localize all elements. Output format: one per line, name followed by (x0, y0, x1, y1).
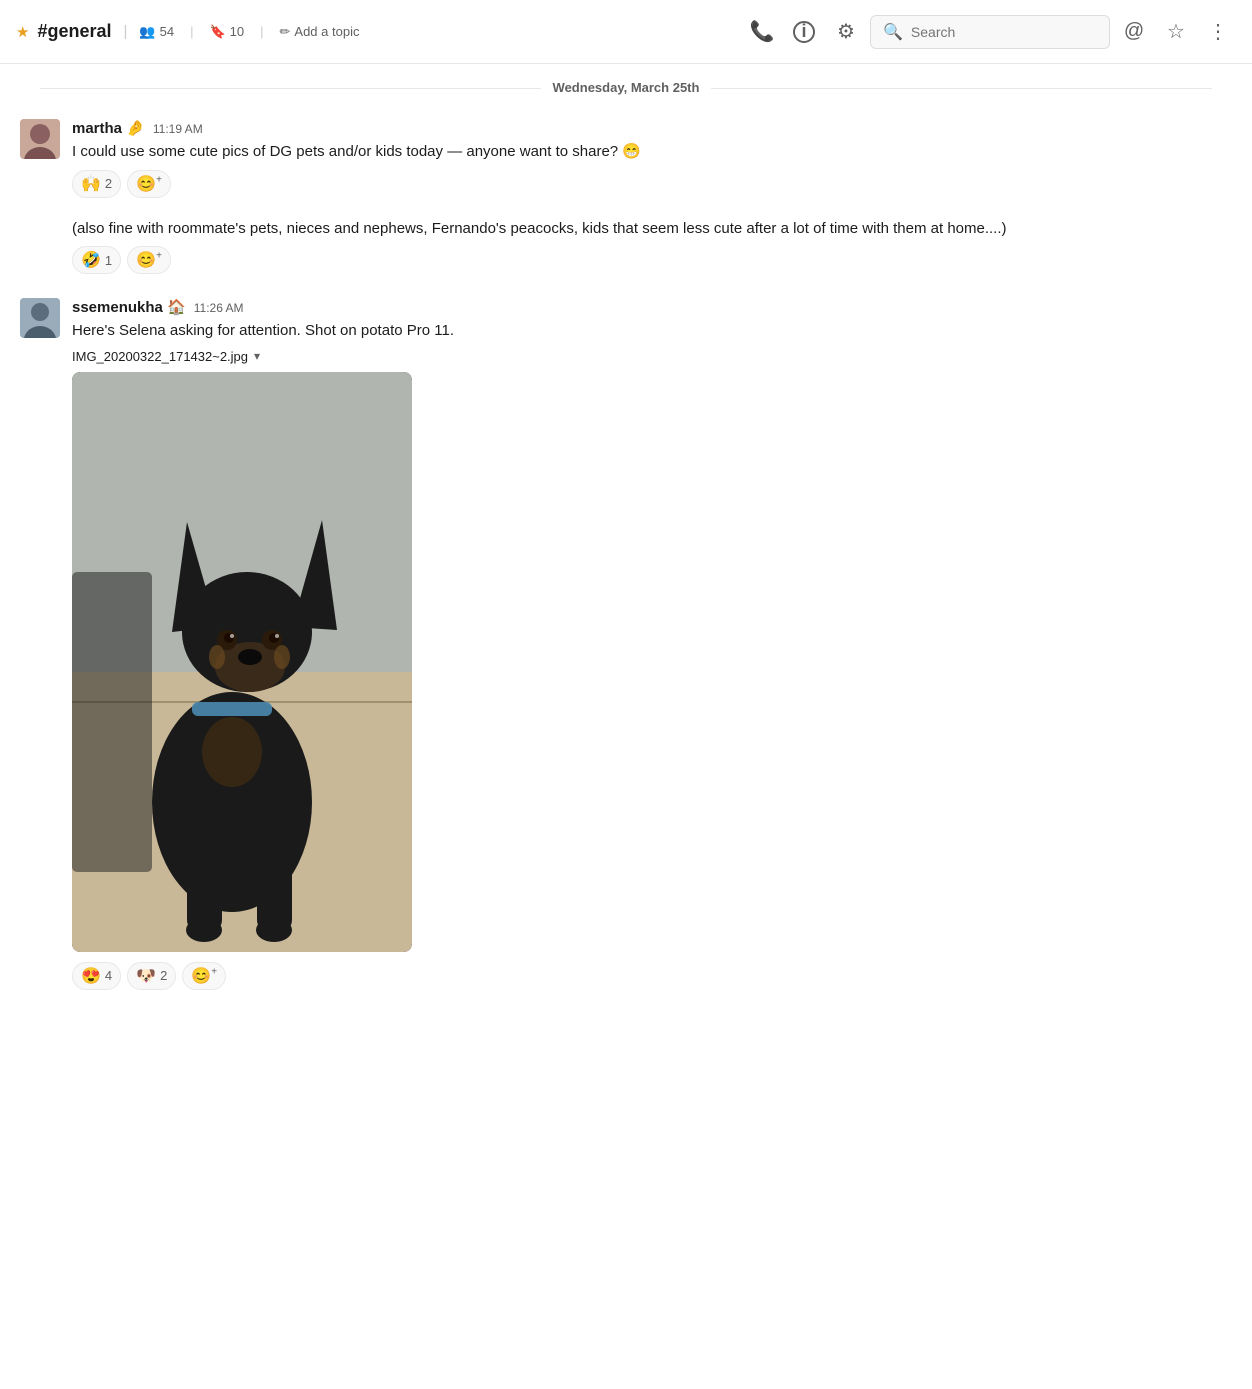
header-meta: 👥 54 | 🔖 10 | ✏ Add a topic (139, 24, 359, 40)
search-box[interactable]: 🔍 (870, 15, 1110, 49)
message-content: martha 🤌 11:19 AM I could use some cute … (72, 119, 1232, 198)
members-count: 54 (160, 24, 174, 39)
header-right: 📞 i ⚙ 🔍 @ ☆ ⋮ (744, 14, 1236, 50)
image-container[interactable] (72, 372, 412, 952)
search-icon: 🔍 (883, 22, 903, 42)
username: martha 🤌 (72, 119, 145, 137)
more-icon: ⋮ (1208, 19, 1228, 44)
reaction-item[interactable]: 🐶 2 (127, 962, 176, 990)
add-topic-button[interactable]: ✏ Add a topic (280, 24, 360, 40)
reactions: 🙌 2 😊+ (72, 170, 1232, 198)
reaction-count: 2 (160, 968, 167, 983)
divider2: | (190, 24, 193, 39)
add-reaction-button[interactable]: 😊+ (182, 962, 226, 990)
message-group: martha 🤌 11:19 AM I could use some cute … (20, 111, 1232, 198)
header-divider: | (124, 23, 128, 40)
reaction-emoji: 🐶 (136, 966, 156, 986)
info-button[interactable]: i (786, 14, 822, 50)
date-separator: Wednesday, March 25th (40, 80, 1212, 95)
star-icon[interactable]: ★ (16, 23, 29, 41)
message-continuation: (also fine with roommate's pets, nieces … (72, 218, 1232, 275)
dropdown-arrow[interactable]: ▾ (254, 349, 260, 363)
reaction-count: 2 (105, 176, 112, 191)
more-options-button[interactable]: ⋮ (1200, 14, 1236, 50)
reaction-count: 1 (105, 253, 112, 268)
attachment-filename: IMG_20200322_171432~2.jpg ▾ (72, 349, 1232, 364)
bookmark-icon: 🔖 (209, 24, 225, 40)
avatar (20, 298, 60, 338)
members-count-item: 👥 54 (139, 24, 174, 40)
pencil-icon: ✏ (280, 24, 291, 40)
username: ssemenukha 🏠 (72, 298, 186, 316)
add-reaction-icon: 😊+ (191, 966, 217, 986)
message-group: ssemenukha 🏠 11:26 AM Here's Selena aski… (20, 290, 1232, 990)
add-reaction-button[interactable]: 😊+ (127, 170, 171, 198)
continuation-reactions: 🤣 1 😊+ (72, 246, 1232, 274)
add-reaction-icon: 😊+ (136, 174, 162, 194)
phone-button[interactable]: 📞 (744, 14, 780, 50)
reaction-item[interactable]: 🙌 2 (72, 170, 121, 198)
message-header: ssemenukha 🏠 11:26 AM (72, 298, 1232, 316)
avatar (20, 119, 60, 159)
reactions: 😍 4 🐶 2 😊+ (72, 962, 1232, 990)
info-icon: i (793, 21, 815, 43)
message-text: Here's Selena asking for attention. Shot… (72, 320, 1232, 343)
divider3: | (260, 24, 263, 39)
channel-header: ★ #general | 👥 54 | 🔖 10 | ✏ Add a topic… (0, 0, 1252, 64)
timestamp: 11:19 AM (153, 122, 203, 136)
search-input[interactable] (911, 24, 1097, 40)
members-icon: 👥 (139, 24, 155, 40)
at-icon: @ (1124, 20, 1144, 43)
reaction-count: 4 (105, 968, 112, 983)
at-button[interactable]: @ (1116, 14, 1152, 50)
reaction-emoji: 😍 (81, 966, 101, 986)
add-reaction-icon: 😊+ (136, 250, 162, 270)
message-content: ssemenukha 🏠 11:26 AM Here's Selena aski… (72, 298, 1232, 990)
continuation-text: (also fine with roommate's pets, nieces … (72, 218, 1232, 241)
reaction-emoji: 🙌 (81, 174, 101, 194)
dog-image (72, 372, 412, 952)
date-label: Wednesday, March 25th (541, 80, 712, 95)
pinned-count-item: 🔖 10 (209, 24, 244, 40)
filename-text: IMG_20200322_171432~2.jpg (72, 349, 248, 364)
messages-area: Wednesday, March 25th martha 🤌 11:19 AM … (0, 80, 1252, 990)
reaction-emoji: 🤣 (81, 250, 101, 270)
header-left: ★ #general | 👥 54 | 🔖 10 | ✏ Add a topic (16, 21, 744, 42)
settings-button[interactable]: ⚙ (828, 14, 864, 50)
timestamp: 11:26 AM (194, 301, 244, 315)
reaction-item[interactable]: 😍 4 (72, 962, 121, 990)
star-button[interactable]: ☆ (1158, 14, 1194, 50)
star-outline-icon: ☆ (1167, 19, 1185, 44)
add-reaction-button[interactable]: 😊+ (127, 246, 171, 274)
reaction-item[interactable]: 🤣 1 (72, 246, 121, 274)
message-text: I could use some cute pics of DG pets an… (72, 141, 1232, 164)
message-header: martha 🤌 11:19 AM (72, 119, 1232, 137)
pinned-count: 10 (230, 24, 244, 39)
phone-icon: 📞 (750, 19, 775, 44)
add-topic-label: Add a topic (294, 24, 359, 39)
channel-title: #general (37, 21, 111, 42)
gear-icon: ⚙ (837, 19, 855, 44)
